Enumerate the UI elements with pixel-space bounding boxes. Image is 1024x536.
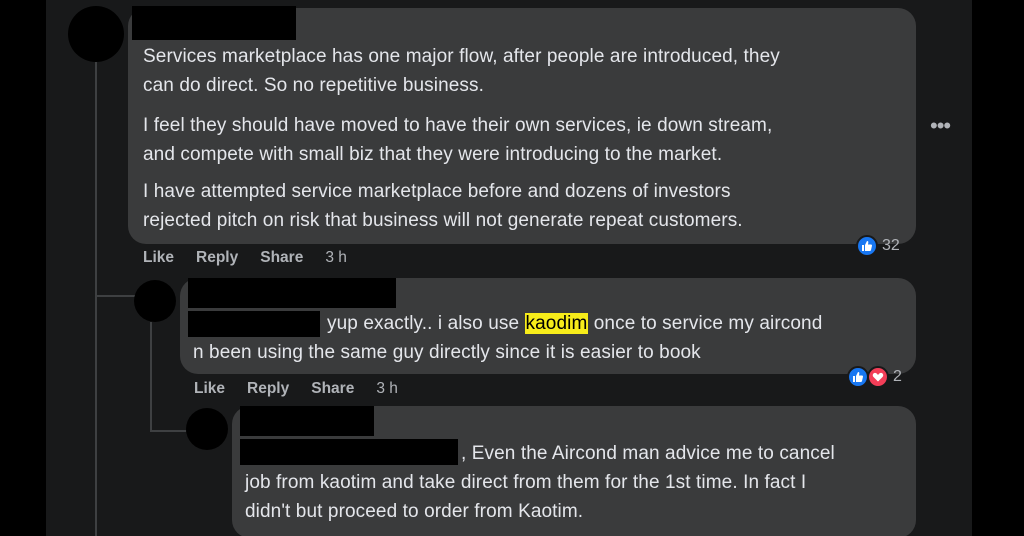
comment-text: I have attempted service marketplace bef… xyxy=(143,181,743,231)
comment-text: Services marketplace has one major flow,… xyxy=(143,46,780,96)
timestamp[interactable]: 3 h xyxy=(376,380,398,398)
share-button[interactable]: Share xyxy=(260,249,303,267)
comment-text: n been using the same guy directly since… xyxy=(193,342,701,363)
avatar[interactable] xyxy=(68,6,124,62)
redacted-author-name xyxy=(188,278,396,308)
redacted-author-name xyxy=(240,406,374,436)
comment-text: , Even the Aircond man advice me to canc… xyxy=(461,443,835,464)
like-reaction-icon xyxy=(856,235,878,257)
reaction-summary[interactable]: 32 xyxy=(856,235,900,257)
more-options-icon[interactable]: ••• xyxy=(930,115,951,137)
reaction-count: 32 xyxy=(882,237,900,254)
timestamp[interactable]: 3 h xyxy=(325,249,347,267)
reaction-summary[interactable]: 2 xyxy=(847,366,902,388)
highlighted-word: kaodim xyxy=(524,313,589,334)
thread-line xyxy=(95,58,97,536)
like-button[interactable]: Like xyxy=(194,380,225,398)
share-button[interactable]: Share xyxy=(311,380,354,398)
comment-text: yup exactly.. i also use kaodim once to … xyxy=(327,313,823,334)
like-reaction-icon xyxy=(847,366,869,388)
avatar[interactable] xyxy=(134,280,176,322)
comment-actions: Like Reply Share 3 h xyxy=(143,249,347,267)
comment-text: didn't but proceed to order from Kaotim. xyxy=(245,501,584,522)
comment-text: I feel they should have moved to have th… xyxy=(143,115,773,165)
reply-button[interactable]: Reply xyxy=(247,380,289,398)
redacted-mention xyxy=(188,311,320,337)
like-button[interactable]: Like xyxy=(143,249,174,267)
thread-branch-2 xyxy=(150,430,186,432)
comment-text: job from kaotim and take direct from the… xyxy=(245,472,807,493)
redacted-author-name xyxy=(132,6,296,40)
thread-branch xyxy=(95,295,135,297)
comment-actions: Like Reply Share 3 h xyxy=(194,380,398,398)
thread-line-2 xyxy=(150,322,152,432)
reaction-count: 2 xyxy=(893,368,902,385)
avatar[interactable] xyxy=(186,408,228,450)
redacted-mention xyxy=(240,439,458,465)
love-reaction-icon xyxy=(867,366,889,388)
reply-button[interactable]: Reply xyxy=(196,249,238,267)
